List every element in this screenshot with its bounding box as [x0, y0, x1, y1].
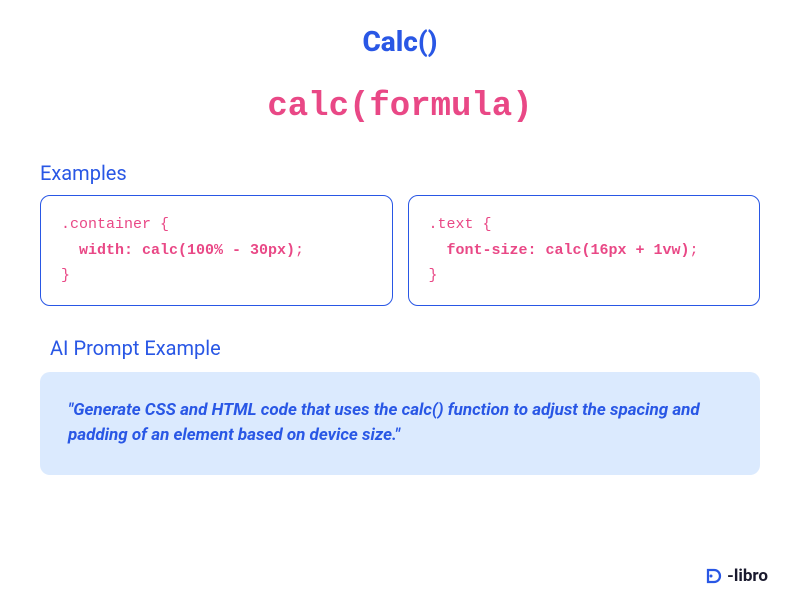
code-line: } [429, 263, 740, 289]
brand-icon [705, 567, 723, 585]
ai-prompt-text: "Generate CSS and HTML code that uses th… [68, 398, 732, 449]
ai-prompt-box: "Generate CSS and HTML code that uses th… [40, 372, 760, 475]
code-line: font-size: calc(16px + 1vw); [429, 238, 740, 264]
brand-logo: -libro [705, 566, 768, 586]
code-example-2: .text { font-size: calc(16px + 1vw); } [408, 195, 761, 306]
code-line: } [61, 263, 372, 289]
brand-text: -libro [727, 566, 768, 586]
code-line: .container { [61, 212, 372, 238]
examples-row: .container { width: calc(100% - 30px); }… [40, 195, 760, 306]
code-line: .text { [429, 212, 740, 238]
code-example-1: .container { width: calc(100% - 30px); } [40, 195, 393, 306]
code-line: width: calc(100% - 30px); [61, 238, 372, 264]
page-title: Calc() [40, 25, 760, 58]
examples-heading: Examples [40, 161, 760, 185]
ai-prompt-heading: AI Prompt Example [50, 336, 760, 360]
syntax-display: calc(formula) [40, 88, 760, 126]
